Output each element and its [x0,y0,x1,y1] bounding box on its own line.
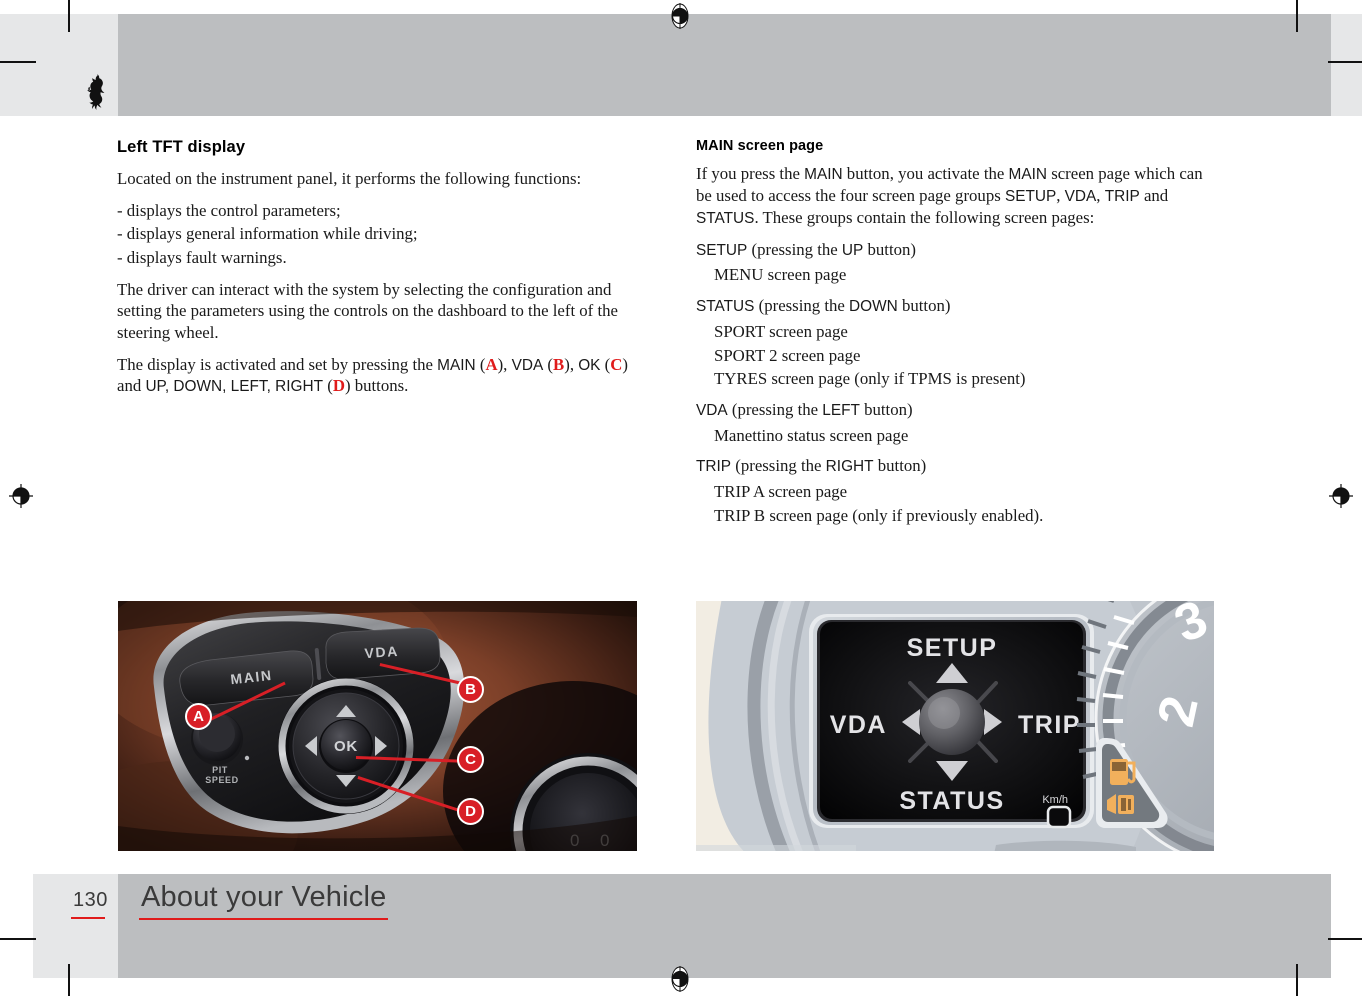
intro-t2: button, you activate the [842,164,1009,183]
group-setup-button: UP [841,241,864,259]
intro-t6: and [1139,185,1169,205]
callout-a[interactable]: A [185,703,212,730]
group-status-post: button) [897,296,951,316]
screen-label-setup: SETUP [907,634,998,662]
group-status-button: DOWN [849,298,898,316]
group-vda-header: VDA (pressing the LEFT button) [696,399,1216,421]
left-paragraph-intro: Located on the instrument panel, it perf… [117,169,582,188]
left-paragraph-driver: The driver can interact with the system … [117,279,618,342]
registration-mark-bottom [671,966,689,992]
screen-label-kmh: Km/h [1042,794,1068,806]
left-text-column: Left TFT display Located on the instrume… [117,138,637,407]
group-trip-pre: (pressing the [731,456,826,476]
intro-t7: . These groups contain the following scr… [754,207,1095,227]
group-trip-name: TRIP [696,458,732,476]
group-setup-page-1: MENU screen page [714,265,847,285]
group-status-page-2: SPORT 2 screen page [714,345,861,365]
crop-mark-bottom-right [1296,964,1298,996]
fs-part3: , [569,354,579,374]
group-status-page-1: SPORT screen page [714,321,848,341]
fs-part2: , [503,354,512,374]
right-paragraph-intro: If you press the MAIN button, you activa… [696,163,1216,229]
group-status-header: STATUS (pressing the DOWN button) [696,295,1216,317]
ferrari-prancing-horse-logo [87,74,105,110]
fs-ref-a: A [485,354,498,374]
left-bullet-1: - displays the control parameters; [117,200,341,220]
footer-chapter-title: About your Vehicle [141,881,387,913]
intro-b1: MAIN [804,166,843,183]
footer-title-rule [139,918,388,920]
fs-btn-dirs: UP, DOWN, LEFT, RIGHT [145,378,324,396]
group-setup-header: SETUP (pressing the UP button) [696,239,1216,261]
crop-mark-right-mid [1328,938,1362,940]
registration-mark-right [1329,484,1353,508]
tft-illustration-svg: SETUP VDA TRIP STATUS Km/h 3 2 [696,601,1214,851]
callout-b[interactable]: B [457,676,484,703]
intro-t4: , [1056,185,1065,205]
right-text-column: MAIN screen page If you press the MAIN b… [696,138,1216,529]
callout-d[interactable]: D [457,798,484,825]
group-vda-name: VDA [696,401,728,419]
group-vda-button: LEFT [822,401,860,419]
intro-b6: STATUS [696,209,755,227]
fs-ref-d: D [332,376,345,396]
group-setup-post: button) [863,239,916,259]
group-status-pre: (pressing the [754,296,850,316]
fs-ref-c: C [610,354,623,374]
callout-c[interactable]: C [457,746,484,773]
screen-label-trip: TRIP [1018,711,1081,739]
manual-page: Left TFT display Located on the instrume… [0,0,1362,996]
page-number-rule [71,917,105,919]
group-status-name: STATUS [696,298,755,316]
group-trip-button: RIGHT [825,458,874,476]
group-trip-page-2: TRIP B screen page (only if previously e… [714,505,1044,525]
tft-main-screen-page-illustration: SETUP VDA TRIP STATUS Km/h 3 2 [696,601,1214,851]
right-column-heading: MAIN screen page [696,138,824,154]
intro-b4: VDA [1064,187,1097,205]
intro-t5: , [1096,185,1105,205]
intro-b5: TRIP [1104,187,1140,205]
screen-label-vda: VDA [830,711,887,739]
left-column-heading: Left TFT display [117,138,246,156]
crop-mark-bottom-left [68,964,70,996]
crop-mark-left-top [0,61,36,63]
group-vda-pre: (pressing the [727,399,823,419]
left-bullet-3: - displays fault warnings. [117,247,287,267]
fs-ref-b: B [553,354,565,374]
group-trip-page-1: TRIP A screen page [714,482,848,502]
fs-btn-vda: VDA [511,356,544,374]
crop-mark-top-right [1296,0,1298,32]
group-setup-pre: (pressing the [747,239,842,259]
group-setup-name: SETUP [696,241,748,259]
registration-mark-top [671,3,689,29]
fs-part1: The display is activated and set by pres… [117,354,438,374]
fs-part4: and [117,376,146,396]
fs-btn-main: MAIN [437,356,476,374]
intro-b3: SETUP [1004,187,1057,205]
group-trip-post: button) [873,456,927,476]
group-trip-header: TRIP (pressing the RIGHT button) [696,455,1216,477]
group-vda-post: button) [859,399,913,419]
intro-t1: If you press the [696,164,805,183]
vda-button-label: VDA [364,643,399,661]
group-status-page-3: TYRES screen page (only if TPMS is prese… [714,369,1026,389]
registration-mark-left [9,484,33,508]
fs-btn-ok: OK [578,356,601,374]
left-paragraph-buttons: The display is activated and set by pres… [117,354,628,396]
ok-button-label: OK [334,738,358,755]
group-vda-page-1: Manettino status screen page [714,425,909,445]
intro-b2: MAIN [1008,166,1047,183]
crop-mark-top-left [68,0,70,32]
speed-label: SPEED [205,775,239,785]
page-number: 130 [73,889,108,911]
screen-label-status: STATUS [899,787,1004,815]
crop-mark-left-mid [0,938,36,940]
kmh-indicator-box [1046,805,1072,829]
pit-label: PIT [212,765,228,775]
left-bullet-2: - displays general information while dri… [117,224,418,244]
crop-mark-right-top [1328,61,1362,63]
fs-part5: ) buttons. [344,376,409,396]
header-band-dark [118,14,1331,116]
